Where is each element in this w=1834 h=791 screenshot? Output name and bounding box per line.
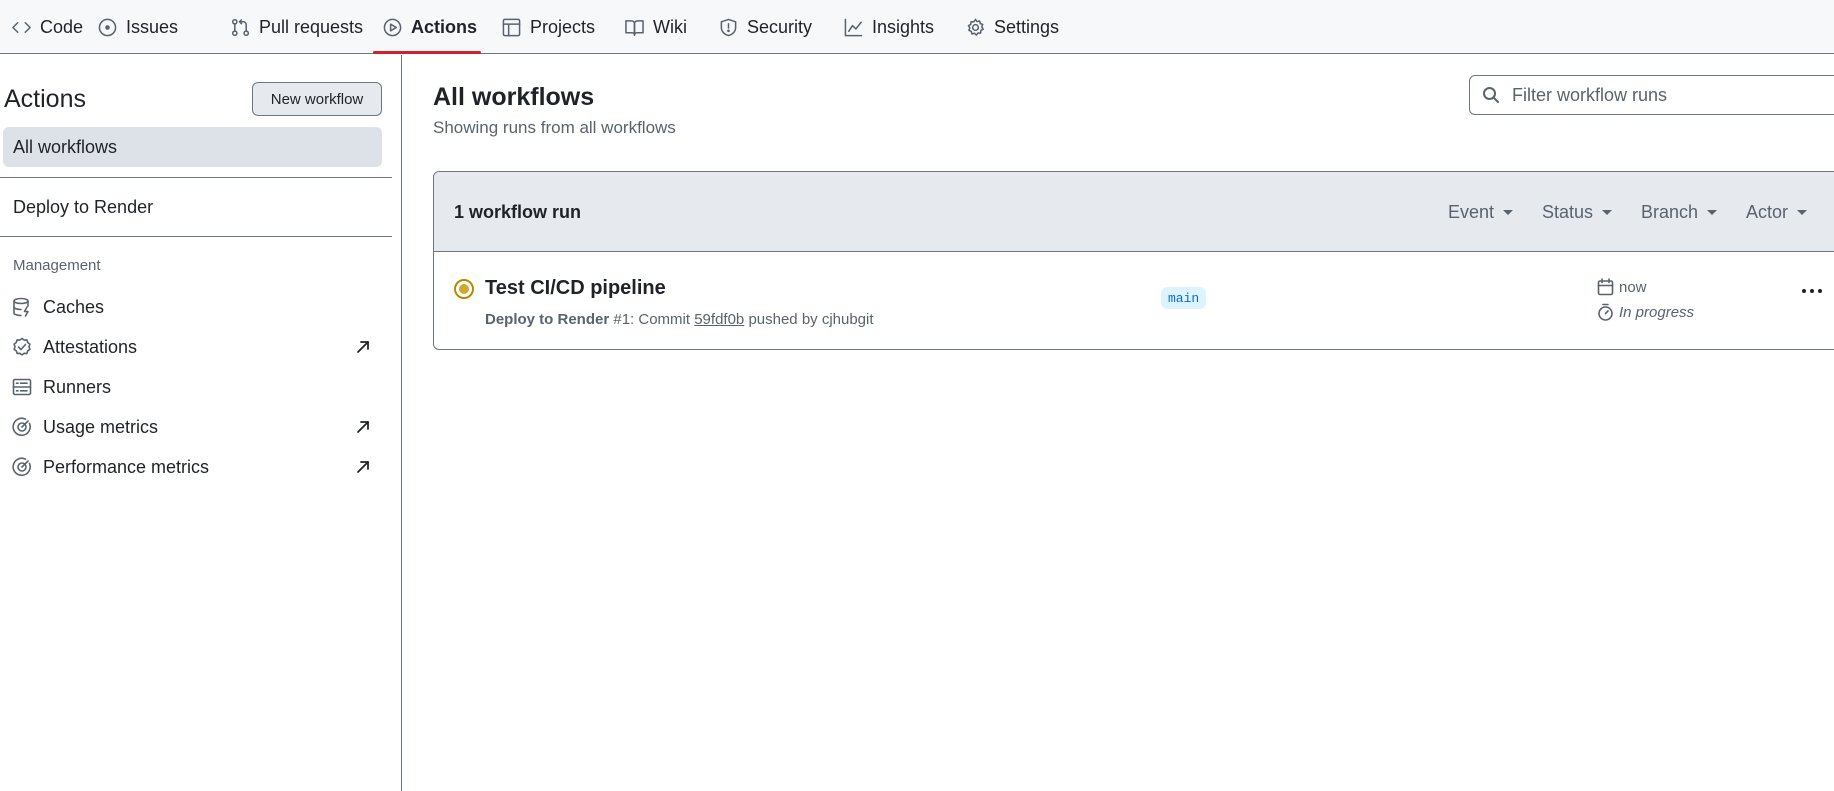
play-icon — [383, 18, 402, 36]
caret-down-icon — [1503, 209, 1514, 215]
sidebar-item-attestations[interactable]: Attestations — [12, 331, 372, 363]
tab-pull-requests[interactable]: Pull requests — [231, 0, 363, 54]
runners-label: Runners — [43, 376, 112, 397]
workflow-runs-header: 1 workflow run Event Status Branch Actor — [434, 172, 1834, 252]
sidebar-title: Actions — [4, 85, 86, 113]
actor-filter-dropdown[interactable]: Actor — [1746, 172, 1808, 252]
attestations-label: Attestations — [43, 336, 138, 357]
meter-icon — [12, 457, 31, 477]
tab-settings-label: Settings — [994, 16, 1060, 37]
status-filter-dropdown[interactable]: Status — [1542, 172, 1613, 252]
tab-settings[interactable]: Settings — [966, 0, 1059, 54]
performance-metrics-label: Performance metrics — [43, 456, 210, 477]
run-duration: In progress — [1597, 303, 1694, 321]
issue-icon — [98, 18, 117, 36]
database-icon — [13, 297, 29, 317]
tab-insights[interactable]: Insights — [844, 0, 934, 54]
tab-code-label: Code — [40, 16, 84, 37]
actions-sidebar: Actions New workflow All workflows Deplo… — [0, 55, 402, 791]
graph-icon — [844, 18, 863, 36]
sidebar-item-all-workflows[interactable]: All workflows — [3, 127, 382, 167]
event-filter-dropdown[interactable]: Event — [1448, 172, 1514, 252]
run-pushed-by: pushed by cjhubgit — [748, 311, 874, 328]
calendar-icon — [1597, 278, 1614, 296]
filter-workflow-runs[interactable] — [1469, 75, 1834, 115]
tab-security[interactable]: Security — [719, 0, 812, 54]
caches-label: Caches — [43, 296, 105, 317]
external-link-icon — [357, 421, 369, 433]
run-workflow-name: Deploy to Render — [485, 311, 610, 328]
gear-icon — [967, 18, 984, 36]
tab-security-label: Security — [747, 16, 813, 37]
sidebar-item-deploy-to-render[interactable]: Deploy to Render — [3, 187, 382, 227]
tab-wiki-label: Wiki — [653, 16, 687, 37]
external-link-icon — [357, 461, 369, 473]
pull-request-icon — [231, 18, 250, 36]
meter-icon — [12, 417, 31, 437]
filter-input[interactable] — [1512, 84, 1832, 106]
sidebar-divider — [0, 177, 392, 178]
verified-icon — [13, 337, 31, 356]
tab-wiki[interactable]: Wiki — [625, 0, 687, 54]
management-heading: Management — [13, 257, 101, 274]
tab-actions-label: Actions — [411, 16, 478, 37]
branch-badge[interactable]: main — [1161, 287, 1207, 309]
run-count: 1 workflow run — [454, 202, 582, 222]
kebab-horizontal-icon — [1802, 289, 1822, 293]
run-time: now — [1597, 278, 1647, 296]
run-title-link[interactable]: Test CI/CD pipeline — [485, 277, 666, 300]
stopwatch-icon — [1598, 303, 1613, 321]
repo-nav: Code Issues Pull requests Actions Projec… — [0, 0, 1834, 54]
page-subtitle: Showing runs from all workflows — [433, 118, 676, 137]
tab-actions[interactable]: Actions — [383, 0, 477, 54]
commit-sha-link[interactable]: 59fdf0b — [694, 311, 744, 328]
branch-filter-label: Branch — [1641, 201, 1699, 222]
search-icon — [1483, 87, 1499, 103]
usage-metrics-label: Usage metrics — [43, 416, 159, 437]
branch-filter-dropdown[interactable]: Branch — [1641, 172, 1718, 252]
tab-projects[interactable]: Projects — [502, 0, 595, 54]
book-icon — [625, 19, 644, 36]
tab-code[interactable]: Code — [12, 0, 83, 54]
sidebar-item-usage-metrics[interactable]: Usage metrics — [12, 411, 372, 443]
sidebar-divider — [0, 236, 392, 237]
table-icon — [502, 18, 521, 36]
caret-down-icon — [1602, 209, 1613, 215]
status-filter-label: Status — [1542, 201, 1594, 222]
shield-icon — [720, 18, 737, 36]
code-icon — [12, 21, 31, 33]
run-number: #1: Commit — [613, 311, 691, 328]
in-progress-status-icon — [454, 279, 474, 299]
sidebar-item-caches[interactable]: Caches — [12, 291, 372, 323]
event-filter-label: Event — [1448, 201, 1495, 222]
run-meta: Deploy to Render #1: Commit 59fdf0b push… — [485, 311, 874, 328]
external-link-icon — [357, 341, 369, 353]
run-time-text: now — [1619, 278, 1647, 296]
new-workflow-button[interactable]: New workflow — [252, 82, 382, 116]
caret-down-icon — [1797, 209, 1808, 215]
tab-projects-label: Projects — [530, 16, 596, 37]
server-icon — [12, 378, 32, 396]
workflow-run-row: Test CI/CD pipeline Deploy to Render #1:… — [434, 253, 1834, 349]
caret-down-icon — [1707, 209, 1718, 215]
more-actions-button[interactable] — [1797, 281, 1827, 301]
workflow-runs-box: 1 workflow run Event Status Branch Actor… — [433, 171, 1834, 350]
active-tab-indicator — [373, 51, 481, 54]
run-duration-text: In progress — [1619, 303, 1695, 321]
tab-insights-label: Insights — [872, 16, 935, 37]
sidebar-item-runners[interactable]: Runners — [12, 371, 372, 403]
tab-issues[interactable]: Issues — [98, 0, 178, 54]
tab-pull-requests-label: Pull requests — [259, 16, 364, 37]
page-title: All workflows — [433, 83, 595, 111]
tab-issues-label: Issues — [126, 16, 179, 37]
actor-filter-label: Actor — [1746, 201, 1789, 222]
sidebar-item-performance-metrics[interactable]: Performance metrics — [12, 451, 372, 483]
